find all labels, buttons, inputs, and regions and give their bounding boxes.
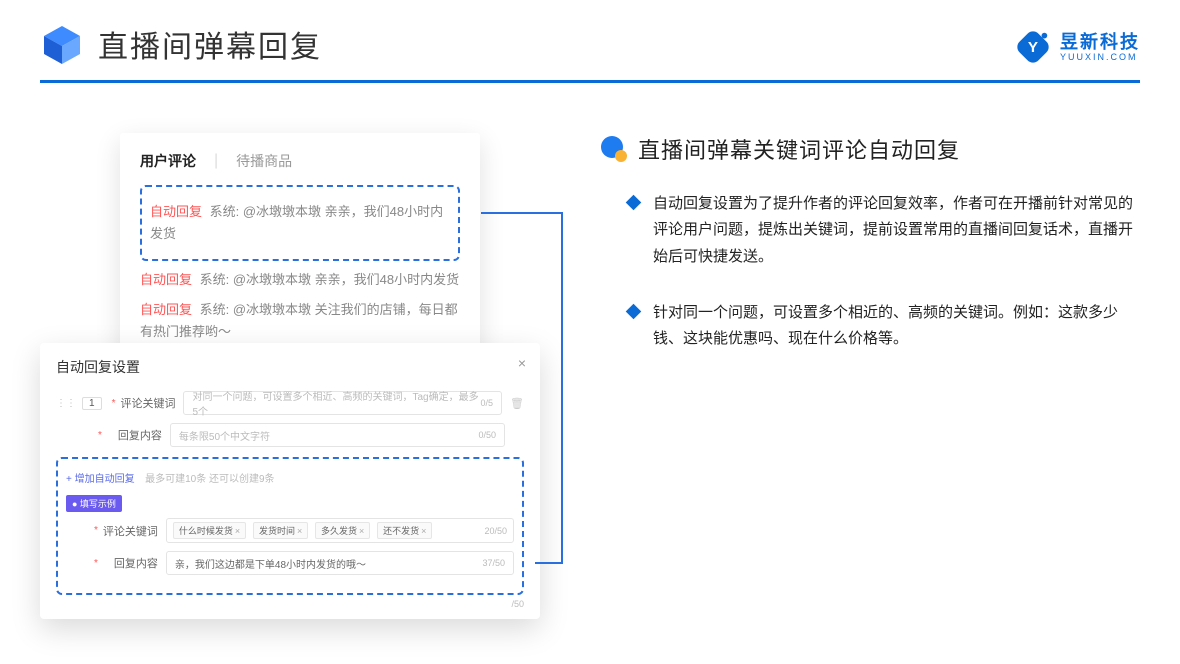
tag[interactable]: 还不发货× <box>377 522 432 539</box>
trailing-count: /50 <box>56 599 524 609</box>
highlighted-comment: 自动回复 系统: @冰墩墩本墩 亲亲，我们48小时内发货 <box>140 185 460 261</box>
add-auto-reply-link[interactable]: + 增加自动回复 <box>66 474 135 485</box>
brand-logo: Y 昱新科技 YUUXIN.COM <box>1014 28 1140 66</box>
bullet-text: 针对同一个问题，可设置多个相近的、高频的关键词。例如：这款多少钱、这块能优惠吗、… <box>653 300 1140 353</box>
content-label: 回复内容 <box>106 427 162 443</box>
ex-content-label: 回复内容 <box>102 555 158 571</box>
content-input[interactable]: 每条限50个中文字符 0/50 <box>170 423 505 447</box>
bullet-text: 自动回复设置为了提升作者的评论回复效率，作者可在开播前针对常见的评论用户问题，提… <box>653 191 1140 270</box>
ex-keyword-label: 评论关键词 <box>102 523 158 539</box>
ex-content-value: 亲，我们这边都是下单48小时内发货的哦～ <box>175 556 366 571</box>
brand-name-cn: 昱新科技 <box>1060 33 1140 51</box>
required-dot: * <box>94 525 98 536</box>
comment-row: 自动回复 系统: @冰墩墩本墩 亲亲，我们48小时内发货 <box>150 201 450 245</box>
delete-icon[interactable]: 🗑 <box>510 397 524 410</box>
comment-row: 自动回复 系统: @冰墩墩本墩 关注我们的店铺，每日都有热门推荐哟～ <box>140 299 460 343</box>
content-count: 0/50 <box>478 430 496 440</box>
required-dot: * <box>94 558 98 569</box>
keyword-placeholder: 对同一个问题，可设置多个相近、高频的关键词，Tag确定，最多5个 <box>192 388 480 418</box>
close-icon[interactable]: × <box>518 355 526 371</box>
example-box: + 增加自动回复 最多可建10条 还可以创建9条 ● 填写示例 * 评论关键词 … <box>56 457 524 595</box>
tag[interactable]: 发货时间× <box>253 522 308 539</box>
diamond-bullet-icon <box>626 303 642 319</box>
auto-reply-tag: 自动回复 <box>140 302 192 317</box>
chat-bubble-icon <box>600 135 628 163</box>
content-placeholder: 每条限50个中文字符 <box>179 428 270 443</box>
example-badge: ● 填写示例 <box>66 495 122 512</box>
ex-content-input[interactable]: 亲，我们这边都是下单48小时内发货的哦～ 37/50 <box>166 551 514 575</box>
ex-keyword-input[interactable]: 什么时候发货× 发货时间× 多久发货× 还不发货× 20/50 <box>166 518 514 543</box>
ex-keyword-count: 20/50 <box>484 526 507 536</box>
auto-reply-tag: 自动回复 <box>140 272 192 287</box>
diamond-bullet-icon <box>626 195 642 211</box>
keyword-label: 评论关键词 <box>119 395 175 411</box>
bullet-item: 针对同一个问题，可设置多个相近的、高频的关键词。例如：这款多少钱、这块能优惠吗、… <box>600 300 1140 353</box>
tab-user-comments[interactable]: 用户评论 <box>140 151 196 171</box>
tab-pending-goods[interactable]: 待播商品 <box>236 151 292 171</box>
ex-content-count: 37/50 <box>482 558 505 568</box>
keyword-count: 0/5 <box>481 398 494 408</box>
cube-icon <box>40 22 84 66</box>
settings-card: 自动回复设置 × ⋮⋮ 1 * 评论关键词 对同一个问题，可设置多个相近、高频的… <box>40 343 540 619</box>
tab-separator: | <box>214 152 218 170</box>
required-dot: * <box>112 398 116 409</box>
svg-text:Y: Y <box>1028 39 1038 56</box>
tag[interactable]: 多久发货× <box>315 522 370 539</box>
rule-number: 1 <box>82 397 102 410</box>
required-dot: * <box>98 430 102 441</box>
comment-text: 系统: @冰墩墩本墩 亲亲，我们48小时内发货 <box>196 272 459 287</box>
keyword-input[interactable]: 对同一个问题，可设置多个相近、高频的关键词，Tag确定，最多5个 0/5 <box>183 391 502 415</box>
section-title: 直播间弹幕关键词评论自动回复 <box>638 133 960 165</box>
drag-handle-icon[interactable]: ⋮⋮ <box>56 398 76 409</box>
comment-row: 自动回复 系统: @冰墩墩本墩 亲亲，我们48小时内发货 <box>140 269 460 291</box>
brand-name-en: YUUXIN.COM <box>1060 53 1140 62</box>
settings-title: 自动回复设置 <box>56 357 524 377</box>
page-title: 直播间弹幕回复 <box>98 22 322 66</box>
auto-reply-tag: 自动回复 <box>150 204 202 219</box>
tag[interactable]: 什么时候发货× <box>173 522 246 539</box>
brand-icon: Y <box>1014 28 1052 66</box>
bullet-item: 自动回复设置为了提升作者的评论回复效率，作者可在开播前针对常见的评论用户问题，提… <box>600 191 1140 270</box>
add-hint: 最多可建10条 还可以创建9条 <box>145 474 274 485</box>
